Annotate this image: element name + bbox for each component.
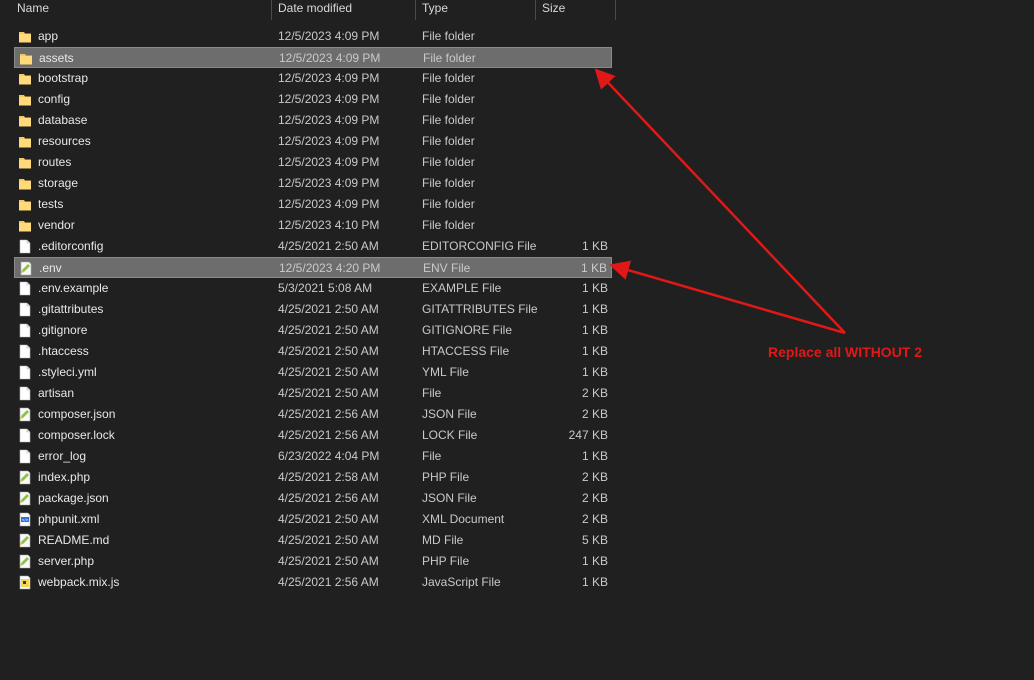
arrow-to-env <box>609 260 846 335</box>
annotation-arrows <box>594 68 846 335</box>
annotation-text: Replace all WITHOUT 2 <box>768 344 923 360</box>
arrow-to-assets <box>594 68 846 334</box>
